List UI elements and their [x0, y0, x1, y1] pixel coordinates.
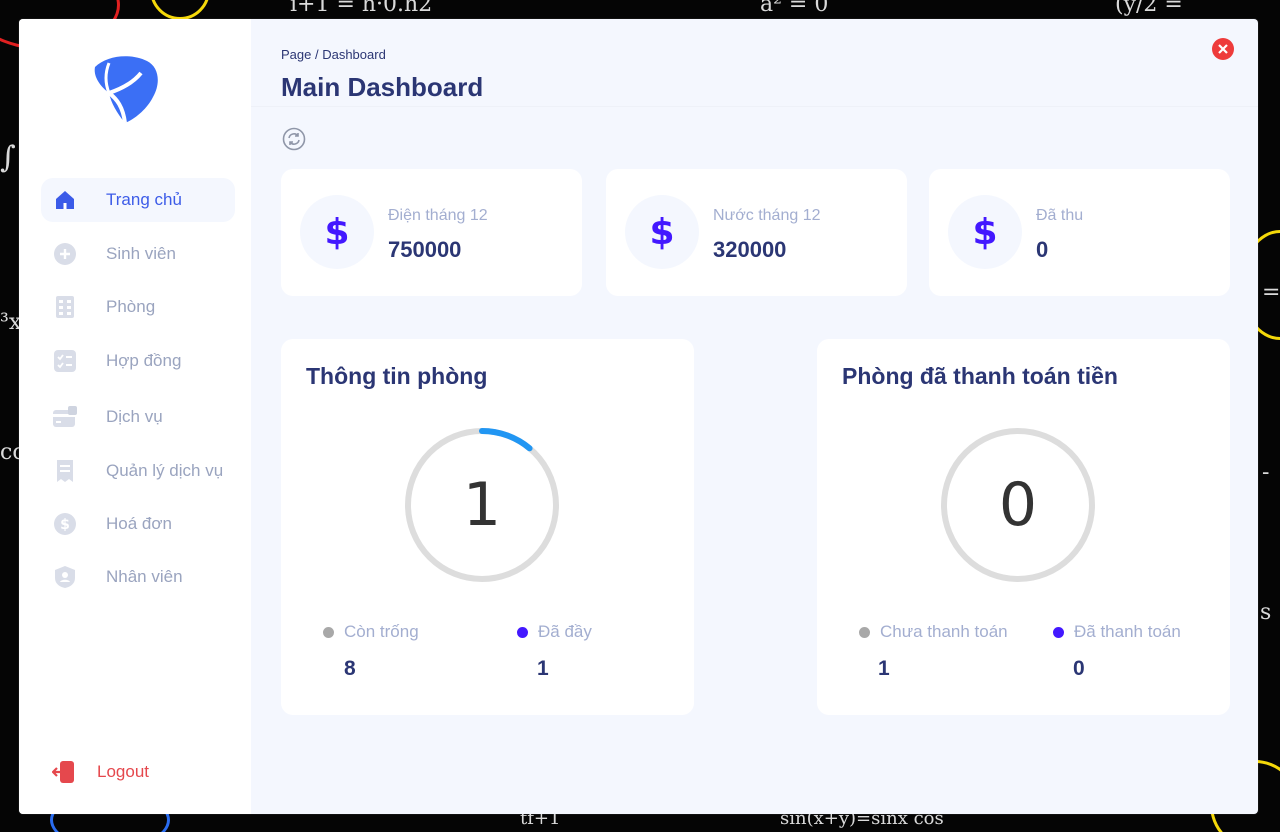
- dollar-circle-icon: $: [52, 511, 78, 537]
- page-title: Main Dashboard: [281, 72, 484, 102]
- legend-count: 1: [878, 657, 890, 680]
- sidebar-item-trang-chu[interactable]: Trang chủ: [41, 178, 235, 222]
- sidebar-item-label: Hợp đồng: [106, 351, 182, 370]
- sidebar-item-label: Sinh viên: [106, 244, 176, 263]
- legend-count: 0: [1073, 657, 1085, 680]
- sidebar-item-quan-ly-dich-vu[interactable]: Quản lý dịch vụ: [41, 449, 235, 493]
- dollar-icon: $: [948, 195, 1022, 269]
- sidebar-item-nhan-vien[interactable]: Nhân viên: [41, 555, 235, 599]
- close-button[interactable]: [1212, 38, 1234, 60]
- panel-phong-da-thanh-toan: Phòng đã thanh toán tiền 0 Chưa thanh to…: [817, 339, 1230, 715]
- sidebar-item-label: Phòng: [106, 297, 156, 316]
- stat-value: 750000: [388, 237, 462, 262]
- legend-item-da-thanh-toan: Đã thanh toán: [1053, 622, 1181, 642]
- legend-dot: [517, 626, 528, 638]
- building-icon: [52, 294, 78, 320]
- app-window: Trang chủ Sinh viên Phòng Hợp đồng Dịch: [19, 19, 1258, 814]
- sidebar: Trang chủ Sinh viên Phòng Hợp đồng Dịch: [19, 19, 251, 814]
- stat-value: 320000: [713, 237, 787, 262]
- logout-icon: [51, 759, 77, 785]
- sidebar-item-label: Hoá đơn: [106, 514, 172, 533]
- dollar-icon: $: [300, 195, 374, 269]
- dollar-icon: $: [625, 195, 699, 269]
- legend-label: Chưa thanh toán: [880, 622, 1008, 641]
- user-badge-icon: [52, 564, 78, 590]
- legend-item-da-day: Đã đầy: [517, 622, 592, 642]
- legend-dot: [323, 626, 334, 638]
- legend-label: Đã thanh toán: [1074, 622, 1181, 641]
- stat-card-da-thu: $ Đã thu 0: [929, 169, 1230, 296]
- ring-center-value: 0: [998, 470, 1038, 540]
- stat-card-dien: $ Điện tháng 12 750000: [281, 169, 582, 296]
- sidebar-item-label: Trang chủ: [106, 190, 182, 209]
- close-icon: [1218, 44, 1228, 54]
- logout-button[interactable]: Logout: [51, 759, 149, 785]
- stat-label: Nước tháng 12: [713, 207, 821, 224]
- sidebar-item-hoa-don[interactable]: $ Hoá đơn: [41, 502, 235, 546]
- sidebar-item-hop-dong[interactable]: Hợp đồng: [41, 339, 235, 383]
- stat-card-nuoc: $ Nước tháng 12 320000: [606, 169, 907, 296]
- legend-count: 8: [344, 657, 356, 680]
- checklist-icon: [52, 348, 78, 374]
- sidebar-item-phong[interactable]: Phòng: [41, 285, 235, 329]
- legend-item-con-trong: Còn trống: [323, 622, 419, 642]
- breadcrumb[interactable]: Page / Dashboard: [281, 47, 386, 62]
- home-icon: [52, 187, 78, 213]
- plus-circle-icon: [52, 241, 78, 267]
- panel-title: Phòng đã thanh toán tiền: [842, 363, 1118, 389]
- legend-count: 1: [537, 657, 549, 680]
- sidebar-item-label: Nhân viên: [106, 567, 183, 586]
- card-icon: [52, 404, 78, 430]
- stat-label: Điện tháng 12: [388, 207, 488, 224]
- svg-text:$: $: [60, 517, 70, 533]
- panel-title: Thông tin phòng: [306, 363, 488, 389]
- app-logo[interactable]: [87, 53, 163, 125]
- legend-label: Đã đầy: [538, 622, 592, 641]
- legend-label: Còn trống: [344, 622, 419, 641]
- panel-thong-tin-phong: Thông tin phòng 1 Còn trống 8 Đã đầy 1: [281, 339, 694, 715]
- legend-item-chua-thanh-toan: Chưa thanh toán: [859, 622, 1008, 642]
- legend-dot: [1053, 626, 1064, 638]
- refresh-button[interactable]: [281, 126, 307, 152]
- header-divider: [251, 106, 1258, 107]
- ring-center-value: 1: [462, 470, 502, 540]
- stat-label: Đã thu: [1036, 207, 1084, 224]
- legend-dot: [859, 626, 870, 638]
- sidebar-item-dich-vu[interactable]: Dịch vụ: [41, 395, 235, 439]
- sidebar-item-label: Dịch vụ: [106, 407, 163, 426]
- logout-label: Logout: [97, 762, 149, 781]
- sidebar-item-sinh-vien[interactable]: Sinh viên: [41, 232, 235, 276]
- sidebar-item-label: Quản lý dịch vụ: [106, 461, 224, 480]
- receipt-icon: [52, 458, 78, 484]
- refresh-icon: [282, 127, 306, 151]
- stat-value: 0: [1036, 237, 1049, 262]
